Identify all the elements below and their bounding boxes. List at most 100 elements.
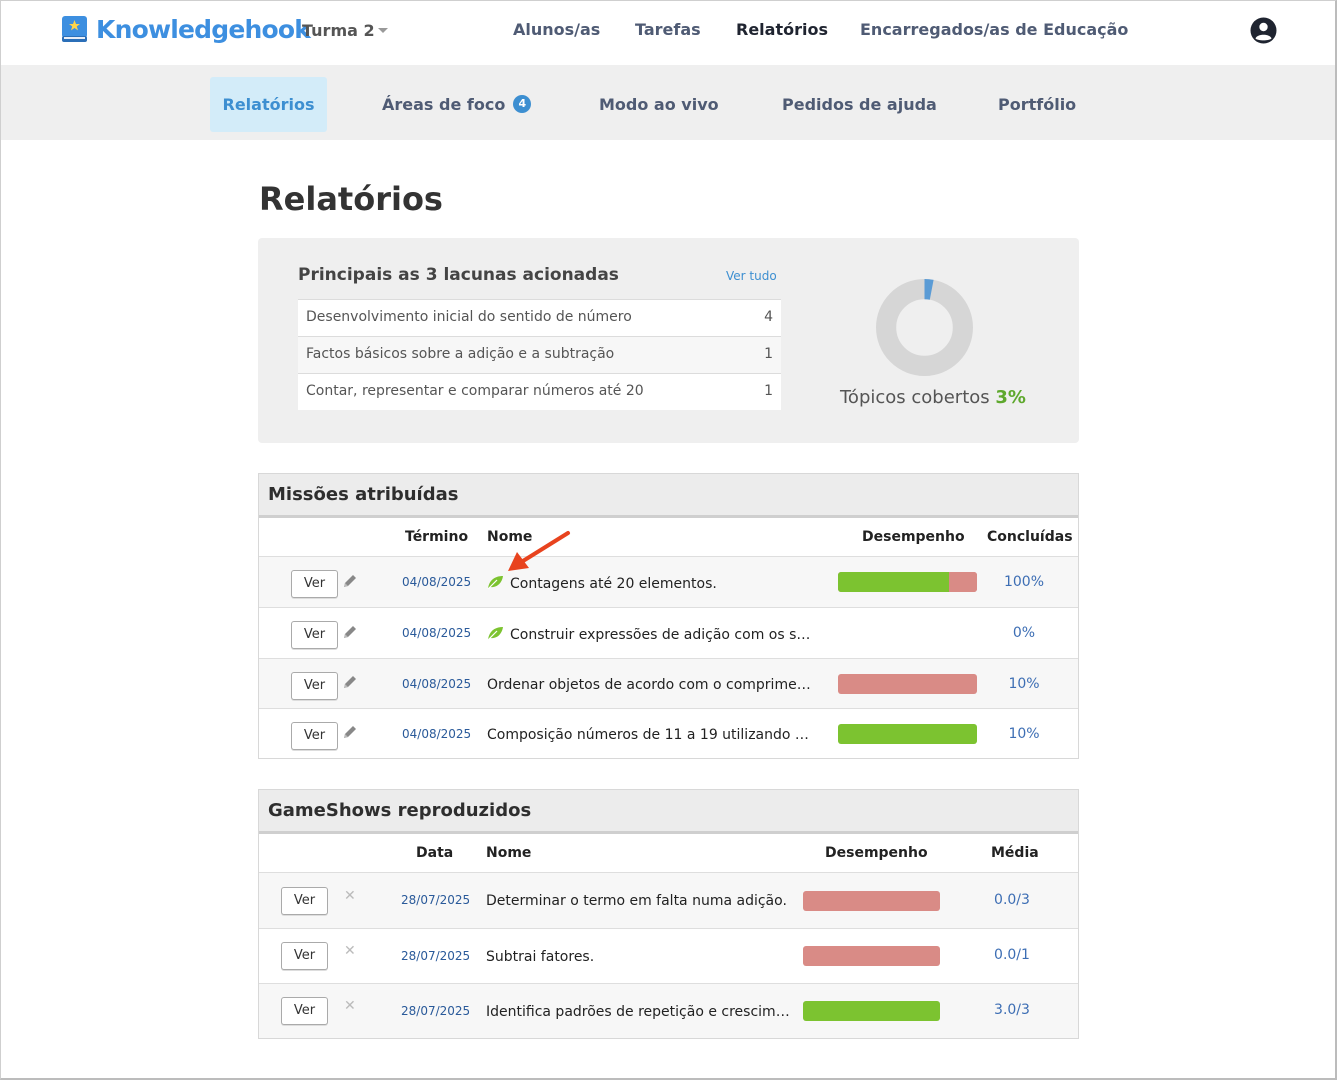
table-row: Ver ✕ 28/07/2025 Determinar o termo em f… bbox=[259, 872, 1078, 928]
average-score[interactable]: 0.0/3 bbox=[982, 892, 1042, 908]
gameshow-name: Determinar o termo em falta numa adição. bbox=[486, 893, 787, 909]
performance-bar-bad bbox=[838, 674, 977, 694]
topics-covered: Tópicos cobertos 3% bbox=[840, 387, 1026, 408]
gameshows-section: GameShows reproduzidos Data Nome Desempe… bbox=[258, 789, 1079, 1039]
mission-date[interactable]: 04/08/2025 bbox=[402, 727, 471, 741]
view-button[interactable]: Ver bbox=[281, 997, 328, 1025]
tab-portfolio[interactable]: Portfólio bbox=[998, 77, 1076, 132]
mission-name-text: Construir expressões de adição com os si… bbox=[510, 627, 812, 643]
mission-name: Composição números de 11 a 19 utilizando… bbox=[487, 727, 812, 743]
performance-bar bbox=[838, 572, 977, 592]
brand-name: Knowledgehook bbox=[96, 14, 311, 44]
performance-bar bbox=[803, 946, 940, 966]
tab-live-mode[interactable]: Modo ao vivo bbox=[599, 77, 719, 132]
focus-areas-count-badge: 4 bbox=[513, 94, 532, 113]
completed-percent[interactable]: 0% bbox=[994, 625, 1054, 641]
tab-focus-areas[interactable]: Áreas de foco 4 bbox=[382, 77, 532, 132]
col-performance: Desempenho bbox=[825, 845, 928, 861]
view-button[interactable]: Ver bbox=[291, 722, 338, 750]
section-title: GameShows reproduzidos bbox=[259, 790, 1078, 834]
gameshow-date[interactable]: 28/07/2025 bbox=[401, 893, 470, 907]
topics-covered-label: Tópicos cobertos bbox=[840, 387, 990, 408]
tab-help-requests[interactable]: Pedidos de ajuda bbox=[782, 77, 937, 132]
view-button[interactable]: Ver bbox=[281, 887, 328, 915]
gaps-summary-card: Principais as 3 lacunas acionadas Ver tu… bbox=[258, 238, 1079, 443]
col-end-date: Término bbox=[405, 529, 469, 545]
mission-name-text: Ordenar objetos de acordo com o comprime… bbox=[487, 677, 812, 693]
pencil-icon[interactable] bbox=[342, 674, 358, 690]
gap-count: 4 bbox=[764, 309, 773, 325]
completed-percent[interactable]: 100% bbox=[994, 574, 1054, 590]
close-icon[interactable]: ✕ bbox=[344, 888, 356, 904]
table-row: Ver 04/08/2025 Ordenar objetos de acordo… bbox=[259, 658, 1078, 708]
class-selector[interactable]: Turma 2 bbox=[302, 21, 388, 40]
performance-bar-good bbox=[838, 724, 977, 744]
class-selector-label: Turma 2 bbox=[302, 21, 375, 40]
gap-count: 1 bbox=[764, 346, 773, 362]
reports-subnav: Relatórios Áreas de foco 4 Modo ao vivo P… bbox=[0, 65, 1337, 140]
tab-reports[interactable]: Relatórios bbox=[210, 77, 327, 132]
pencil-icon[interactable] bbox=[342, 724, 358, 740]
gap-row: Desenvolvimento inicial do sentido de nú… bbox=[298, 299, 781, 336]
col-date: Data bbox=[416, 845, 454, 861]
mission-date[interactable]: 04/08/2025 bbox=[402, 677, 471, 691]
performance-bar-bad bbox=[949, 572, 977, 592]
close-icon[interactable]: ✕ bbox=[344, 998, 356, 1014]
nav-assignments[interactable]: Tarefas bbox=[635, 20, 701, 39]
mission-name: Ordenar objetos de acordo com o comprime… bbox=[487, 677, 812, 693]
gaps-table: Desenvolvimento inicial do sentido de nú… bbox=[298, 299, 781, 410]
nav-students[interactable]: Alunos/as bbox=[513, 20, 600, 39]
average-score[interactable]: 0.0/1 bbox=[982, 947, 1042, 963]
gameshow-name: Identifica padrões de repetição e cresci… bbox=[486, 1004, 796, 1020]
performance-bar bbox=[803, 891, 940, 911]
gap-count: 1 bbox=[764, 383, 773, 399]
performance-bar bbox=[838, 674, 977, 694]
book-icon bbox=[62, 16, 87, 42]
mission-name-text: Composição números de 11 a 19 utilizando… bbox=[487, 727, 812, 743]
performance-bar-good bbox=[803, 1001, 940, 1021]
topics-covered-donut bbox=[876, 279, 973, 376]
gap-label: Desenvolvimento inicial do sentido de nú… bbox=[306, 309, 632, 325]
nav-parents[interactable]: Encarregados/as de Educação bbox=[860, 20, 1128, 39]
gameshow-date[interactable]: 28/07/2025 bbox=[401, 949, 470, 963]
leaf-icon bbox=[487, 576, 503, 590]
performance-bar-good bbox=[838, 572, 950, 592]
gameshow-name: Subtrai fatores. bbox=[486, 949, 595, 965]
view-button[interactable]: Ver bbox=[291, 672, 338, 700]
gameshow-date[interactable]: 28/07/2025 bbox=[401, 1004, 470, 1018]
completed-percent[interactable]: 10% bbox=[994, 726, 1054, 742]
view-button[interactable]: Ver bbox=[291, 621, 338, 649]
gap-label: Factos básicos sobre a adição e a subtra… bbox=[306, 346, 615, 362]
gap-row: Factos básicos sobre a adição e a subtra… bbox=[298, 336, 781, 373]
annotation-arrow-icon bbox=[508, 531, 570, 571]
top-navbar: Knowledgehook Turma 2 Alunos/as Tarefas … bbox=[0, 0, 1337, 65]
completed-percent[interactable]: 10% bbox=[994, 676, 1054, 692]
pencil-icon[interactable] bbox=[342, 624, 358, 640]
mission-name: Contagens até 20 elementos. bbox=[487, 575, 807, 592]
brand-logo[interactable]: Knowledgehook bbox=[60, 14, 311, 44]
leaf-icon bbox=[487, 627, 503, 641]
performance-bar-bad bbox=[803, 946, 940, 966]
mission-date[interactable]: 04/08/2025 bbox=[402, 575, 471, 589]
mission-name: Construir expressões de adição com os si… bbox=[487, 626, 812, 643]
mission-date[interactable]: 04/08/2025 bbox=[402, 626, 471, 640]
user-account-icon[interactable] bbox=[1250, 17, 1277, 44]
table-row: Ver 04/08/2025 Composição números de 11 … bbox=[259, 708, 1078, 758]
col-name: Nome bbox=[486, 845, 532, 861]
close-icon[interactable]: ✕ bbox=[344, 943, 356, 959]
view-button[interactable]: Ver bbox=[281, 942, 328, 970]
mission-name-text: Contagens até 20 elementos. bbox=[510, 576, 717, 592]
see-all-link[interactable]: Ver tudo bbox=[726, 269, 777, 283]
view-button[interactable]: Ver bbox=[291, 570, 338, 598]
average-score[interactable]: 3.0/3 bbox=[982, 1002, 1042, 1018]
table-row: Ver ✕ 28/07/2025 Identifica padrões de r… bbox=[259, 983, 1078, 1038]
donut-track bbox=[876, 279, 973, 376]
col-average: Média bbox=[991, 845, 1039, 861]
pencil-icon[interactable] bbox=[342, 573, 358, 589]
gap-row: Contar, representar e comparar números a… bbox=[298, 373, 781, 410]
gaps-title: Principais as 3 lacunas acionadas bbox=[298, 265, 619, 285]
tab-focus-areas-label: Áreas de foco bbox=[382, 95, 506, 114]
gap-label: Contar, representar e comparar números a… bbox=[306, 383, 644, 399]
nav-reports[interactable]: Relatórios bbox=[736, 20, 828, 39]
chevron-down-icon bbox=[377, 28, 388, 33]
